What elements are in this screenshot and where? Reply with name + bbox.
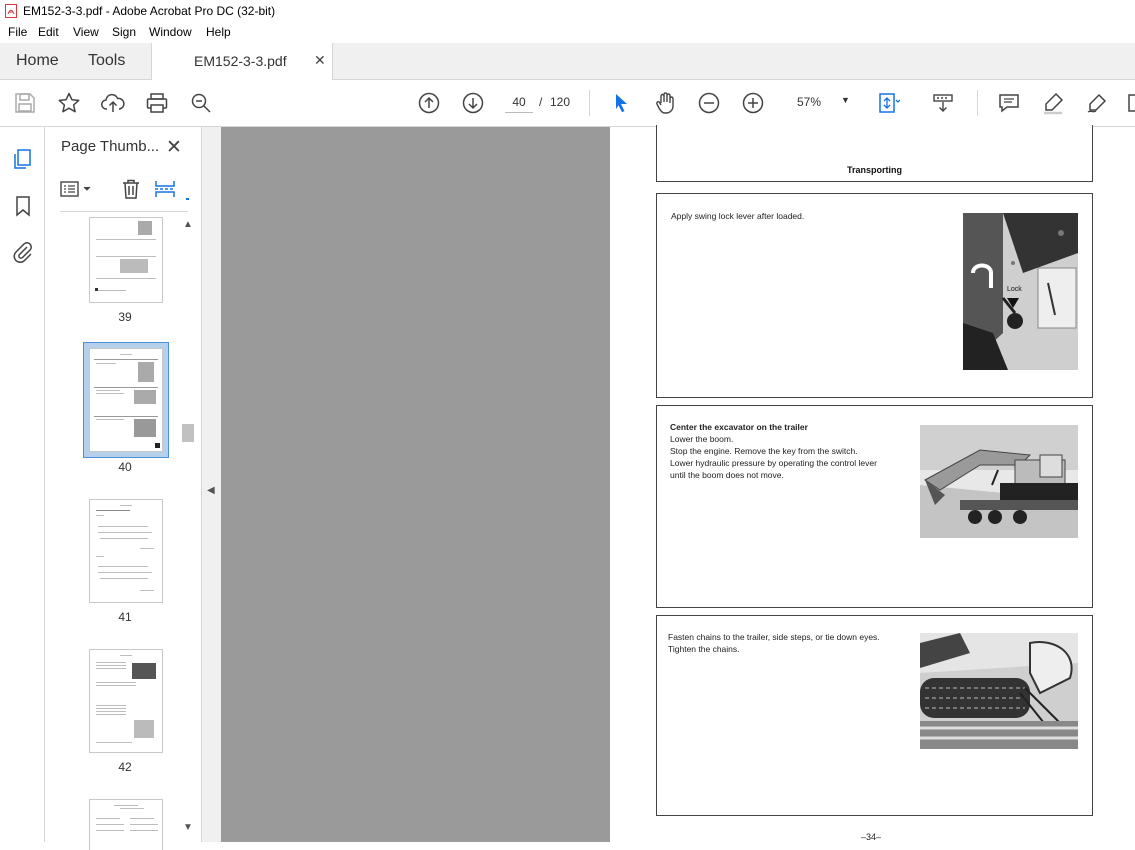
menu-sign[interactable]: Sign [112, 25, 136, 39]
thumbnail-page-number: 41 [118, 610, 132, 624]
extract-page-icon[interactable] [153, 177, 177, 201]
bookmark-icon[interactable] [11, 194, 35, 218]
draw-icon[interactable] [1085, 91, 1109, 115]
scroll-up-icon[interactable]: ▲ [183, 219, 193, 230]
menu-edit[interactable]: Edit [38, 25, 59, 39]
instruction-line: Lower hydraulic pressure by operating th… [670, 458, 877, 468]
page-thumbnail[interactable] [89, 649, 163, 753]
star-icon[interactable] [57, 91, 81, 115]
toolbar-divider [589, 90, 590, 116]
left-rail [0, 127, 45, 842]
page-thumbnail[interactable] [89, 217, 163, 303]
instruction-line: Stop the engine. Remove the key from the… [670, 446, 858, 456]
page-separator: / [539, 95, 543, 109]
tab-home[interactable]: Home [16, 52, 59, 70]
section-fasten-chains: Fasten chains to the trailer, side steps… [656, 615, 1093, 816]
close-tab-icon[interactable]: ✕ [314, 52, 326, 69]
page-total: 120 [550, 95, 571, 109]
save-icon[interactable] [13, 91, 37, 115]
thumbnail-scrollbar[interactable]: ▲ ▼ [181, 217, 195, 842]
select-arrow-icon[interactable] [609, 91, 633, 115]
zoom-value: 57% [797, 95, 822, 109]
menu-file[interactable]: File [8, 25, 27, 39]
section-header: Transporting [847, 165, 903, 175]
panel-title: Page Thumb... [61, 138, 160, 155]
page-number-input[interactable] [505, 92, 533, 113]
page-thumbnails-panel: Page Thumb... ✕ 39 40 41 42 [45, 127, 201, 850]
page-thumbnail-selected[interactable] [89, 348, 163, 452]
tab-tools[interactable]: Tools [88, 52, 125, 70]
zoom-in-icon[interactable] [741, 91, 765, 115]
acrobat-app-icon [5, 4, 17, 18]
page-up-icon[interactable] [417, 91, 441, 115]
swing-lock-photo: Lock [963, 213, 1078, 370]
panel-splitter[interactable]: ◀ [201, 127, 222, 842]
toolbar-divider [977, 90, 978, 116]
more-tools-icon[interactable] [1127, 93, 1135, 113]
scroll-mode-icon[interactable] [931, 91, 955, 115]
menu-view[interactable]: View [73, 25, 99, 39]
tab-document[interactable]: EM152-3-3.pdf ✕ [151, 43, 333, 80]
excavator-on-trailer-photo [920, 425, 1078, 538]
window-title: EM152-3-3.pdf - Adobe Acrobat Pro DC (32… [23, 4, 276, 18]
close-panel-icon[interactable]: ✕ [166, 136, 182, 159]
scrollbar-thumb[interactable] [182, 424, 194, 442]
lock-label: Lock [1007, 286, 1022, 293]
center-excavator-heading: Center the excavator on the trailer [670, 422, 808, 432]
thumbnail-page-number: 39 [118, 310, 132, 324]
instruction-line: Tighten the chains. [668, 644, 740, 654]
upload-icon[interactable] [101, 91, 125, 115]
title-bar: EM152-3-3.pdf - Adobe Acrobat Pro DC (32… [0, 0, 1135, 22]
page-thumbnail[interactable] [89, 499, 163, 603]
zoom-out-icon[interactable] [697, 91, 721, 115]
find-icon[interactable] [189, 91, 213, 115]
hand-icon[interactable] [653, 91, 677, 115]
menu-help[interactable]: Help [206, 25, 231, 39]
menu-bar: File Edit View Sign Window Help [0, 22, 1135, 43]
swing-lock-text: Apply swing lock lever after loaded. [671, 211, 805, 221]
zoom-select[interactable]: 57% ▼ [786, 92, 854, 114]
page-down-icon[interactable] [461, 91, 485, 115]
thumbnail-page-number: 42 [118, 760, 132, 774]
print-icon[interactable] [145, 91, 169, 115]
fit-page-icon[interactable] [876, 91, 900, 115]
menu-window[interactable]: Window [149, 25, 192, 39]
section-swing-lock: Apply swing lock lever after loaded. Loc… [656, 193, 1093, 398]
thumbnail-options-icon[interactable] [59, 179, 95, 199]
delete-page-icon[interactable] [119, 177, 143, 201]
highlight-icon[interactable] [1041, 91, 1065, 115]
chevron-down-icon: ▼ [841, 95, 850, 105]
section-center-excavator: Center the excavator on the trailer Lowe… [656, 405, 1093, 608]
pages-icon[interactable] [11, 147, 35, 171]
tab-bar: Home Tools EM152-3-3.pdf ✕ [0, 43, 1135, 80]
toolbar: / 120 57% ▼ [0, 80, 1135, 127]
page-footer-number: –34– [861, 832, 882, 842]
chains-photo [920, 633, 1078, 749]
attachment-icon[interactable] [11, 240, 35, 264]
pdf-page: Transporting Apply swing lock lever afte… [610, 125, 1135, 842]
header-frame: Transporting [656, 125, 1093, 182]
instruction-line: until the boom does not move. [670, 470, 784, 480]
more-panel-tools[interactable] [186, 198, 189, 200]
scroll-down-icon[interactable]: ▼ [183, 822, 193, 833]
comment-icon[interactable] [997, 91, 1021, 115]
collapse-panel-icon[interactable]: ◀ [207, 485, 215, 496]
instruction-line: Fasten chains to the trailer, side steps… [668, 632, 880, 642]
tab-document-label: EM152-3-3.pdf [194, 53, 287, 69]
instruction-line: Lower the boom. [670, 434, 734, 444]
thumbnail-page-number: 40 [118, 460, 132, 474]
page-thumbnail[interactable] [89, 799, 163, 850]
panel-divider [60, 211, 188, 212]
